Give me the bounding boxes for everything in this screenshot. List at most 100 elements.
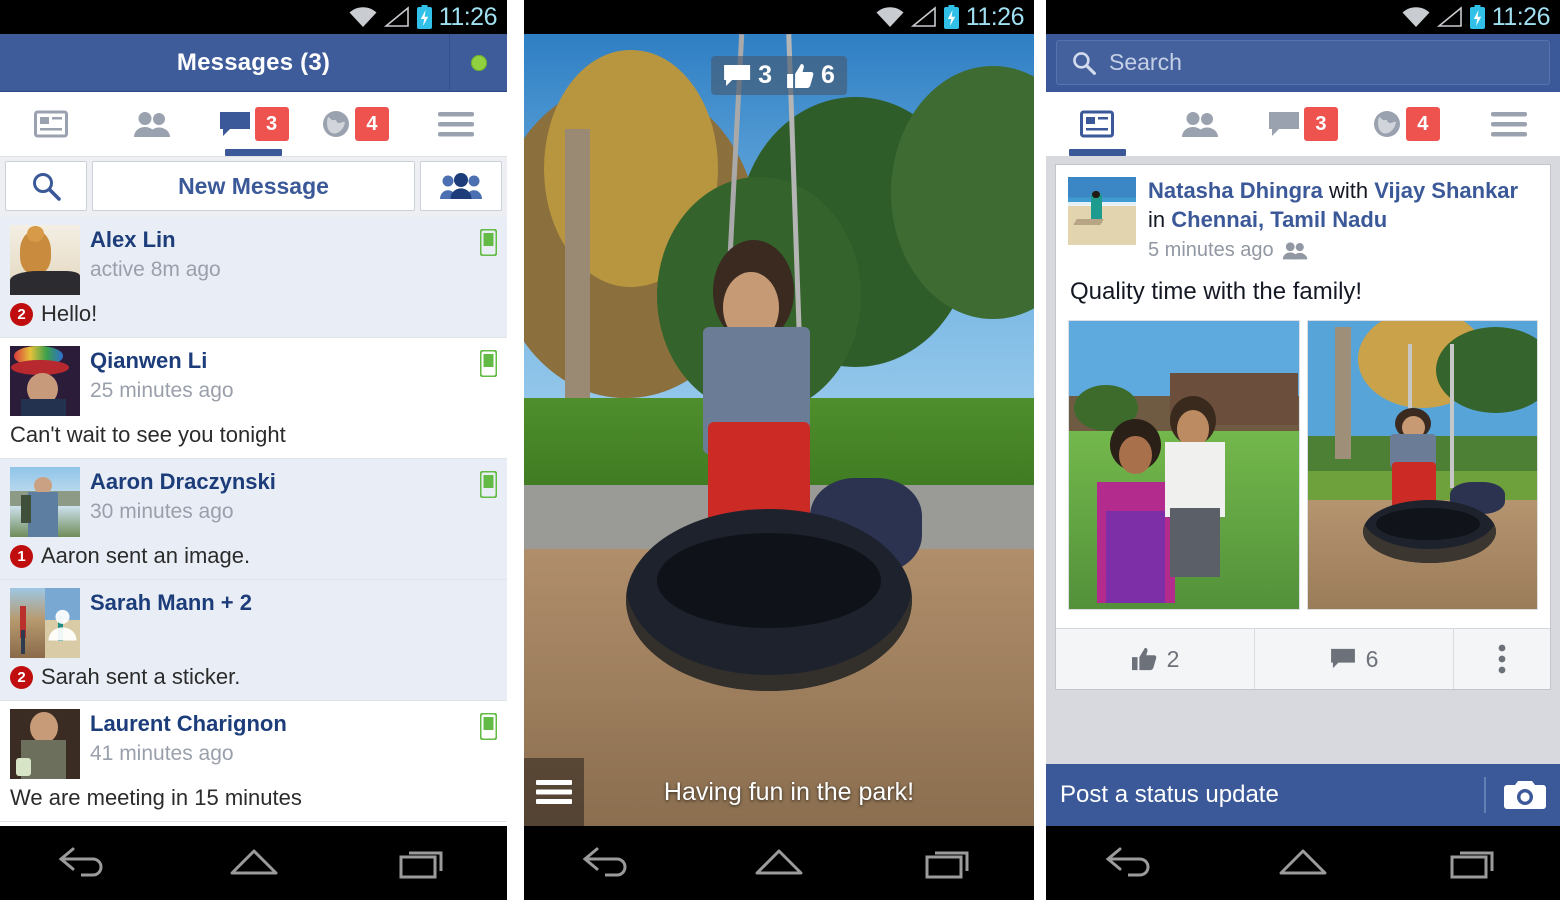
messages-badge: 3 — [1303, 107, 1338, 141]
comment-icon — [1330, 649, 1355, 669]
status-bar-clock: 11:26 — [965, 2, 1025, 31]
post-photo-1[interactable] — [1068, 320, 1300, 611]
status-bar-right: 11:26 — [1046, 0, 1560, 34]
post-header: Natasha Dhingra with Vijay Shankar in Ch… — [1056, 165, 1550, 262]
signal-icon — [1436, 6, 1462, 27]
list-item[interactable]: Sarah Mann + 2 2 Sarah sent a sticker. — [0, 580, 507, 701]
friends-icon — [1182, 112, 1219, 137]
avatar — [10, 709, 80, 779]
feed-post-card[interactable]: Natasha Dhingra with Vijay Shankar in Ch… — [1055, 164, 1551, 691]
back-icon[interactable] — [581, 843, 637, 883]
post-action-bar: 2 6 — [1056, 628, 1550, 690]
comment-count: 6 — [1365, 645, 1379, 672]
tab-notifications[interactable]: 4 — [1354, 92, 1457, 156]
post-author[interactable]: Natasha Dhingra — [1148, 178, 1323, 203]
list-item[interactable]: Qianwen Li 25 minutes ago Can't wait to … — [0, 338, 507, 459]
photo-menu-button[interactable] — [524, 758, 584, 826]
post-photo-grid — [1056, 320, 1550, 628]
like-count: 2 — [1166, 645, 1180, 672]
photo-child-on-tire-swing — [524, 34, 1034, 826]
conversation-list[interactable]: Alex Lin active 8m ago 2 Hello! Qianwen … — [0, 217, 507, 826]
post-more-button[interactable] — [1454, 629, 1550, 689]
tab-messages[interactable]: 3 — [1252, 92, 1355, 156]
conversation-snippet-row: We are meeting in 15 minutes — [10, 785, 497, 811]
search-button[interactable] — [5, 161, 87, 211]
post-story-line: Natasha Dhingra with Vijay Shankar in Ch… — [1148, 177, 1538, 234]
tab-more[interactable] — [1457, 92, 1560, 156]
conversation-snippet: We are meeting in 15 minutes — [10, 785, 302, 810]
home-icon[interactable] — [226, 843, 282, 883]
like-count: 6 — [821, 61, 835, 89]
wifi-icon — [876, 7, 904, 27]
conversation-snippet-row: 2 Sarah sent a sticker. — [10, 664, 497, 690]
newsfeed-phone: 11:26 Search 3 4 Natasha Dhingra with Vi… — [1046, 0, 1560, 900]
thumbs-up-icon — [787, 63, 814, 88]
tab-friends[interactable] — [101, 92, 202, 156]
wifi-icon — [1402, 7, 1430, 27]
status-bar-clock: 11:26 — [1491, 2, 1551, 31]
notifications-badge: 4 — [354, 107, 389, 141]
photo-caption-bar: Having fun in the park! — [524, 758, 1034, 826]
tab-friends[interactable] — [1149, 92, 1252, 156]
conversation-name: Sarah Mann + 2 — [90, 590, 253, 615]
tab-notifications[interactable]: 4 — [304, 92, 405, 156]
unread-count-badge: 1 — [10, 544, 33, 568]
status-bar-clock: 11:26 — [438, 2, 498, 31]
composer-divider — [1484, 777, 1486, 813]
back-icon[interactable] — [57, 843, 113, 883]
tab-newsfeed[interactable] — [0, 92, 101, 156]
camera-icon[interactable] — [1504, 779, 1546, 811]
status-composer[interactable]: Post a status update — [1046, 764, 1560, 826]
photo-viewer-phone: 11:26 3 6 Having fun in the park! — [524, 0, 1034, 900]
new-message-button[interactable]: New Message — [92, 161, 415, 211]
comment-icon — [724, 64, 751, 86]
group-people-icon — [440, 173, 482, 199]
group-conversation-button[interactable] — [420, 161, 502, 211]
tab-messages[interactable]: 3 — [203, 92, 304, 156]
conversation-snippet: Can't wait to see you tonight — [10, 422, 286, 447]
conversation-name: Qianwen Li — [90, 348, 208, 373]
phone-gap-1 — [507, 0, 524, 900]
android-nav-bar-left — [0, 826, 507, 900]
status-composer-placeholder: Post a status update — [1060, 781, 1279, 808]
hamburger-icon — [1490, 112, 1527, 137]
like-button[interactable]: 2 — [1056, 629, 1255, 690]
search-input[interactable]: Search — [1056, 40, 1550, 85]
tab-more[interactable] — [406, 92, 507, 156]
conversation-name: Aaron Draczynski — [90, 469, 276, 494]
post-photo-2[interactable] — [1306, 320, 1538, 611]
mobile-indicator-icon — [480, 471, 497, 498]
conversation-time: 30 minutes ago — [90, 500, 234, 524]
photo-viewer[interactable]: 3 6 Having fun in the park! — [524, 34, 1034, 826]
avatar — [10, 225, 80, 295]
recents-icon[interactable] — [1446, 843, 1502, 883]
list-item[interactable]: Laurent Charignon 41 minutes ago We are … — [0, 701, 507, 822]
phone-gap-2 — [1034, 0, 1046, 900]
back-icon[interactable] — [1104, 843, 1160, 883]
news-feed[interactable]: Natasha Dhingra with Vijay Shankar in Ch… — [1046, 156, 1560, 764]
list-item[interactable]: Aaron Draczynski 30 minutes ago 1 Aaron … — [0, 459, 507, 580]
list-item[interactable]: Alex Lin active 8m ago 2 Hello! — [0, 217, 507, 338]
home-icon[interactable] — [1275, 843, 1331, 883]
android-nav-bar-right — [1046, 826, 1560, 900]
recents-icon[interactable] — [921, 843, 977, 883]
avatar — [10, 588, 80, 658]
avatar[interactable] — [1068, 177, 1136, 245]
post-place[interactable]: Chennai, Tamil Nadu — [1171, 207, 1387, 232]
active-tab-underline — [1068, 149, 1127, 156]
post-tagged-person[interactable]: Vijay Shankar — [1374, 178, 1518, 203]
home-icon[interactable] — [751, 843, 807, 883]
messages-icon — [219, 112, 250, 136]
online-status-button[interactable] — [449, 33, 507, 92]
recents-icon[interactable] — [395, 843, 451, 883]
conversation-snippet-row: Can't wait to see you tonight — [10, 422, 497, 448]
search-icon — [33, 173, 61, 201]
post-in-word: in — [1148, 206, 1166, 232]
post-with-word: with — [1328, 178, 1369, 203]
conversation-snippet-row: 1 Aaron sent an image. — [10, 543, 497, 569]
tab-newsfeed[interactable] — [1046, 92, 1149, 156]
unread-count-badge: 2 — [10, 302, 33, 326]
mobile-indicator-icon — [480, 350, 497, 377]
thumbs-up-icon — [1131, 648, 1156, 671]
comment-button[interactable]: 6 — [1255, 629, 1454, 690]
